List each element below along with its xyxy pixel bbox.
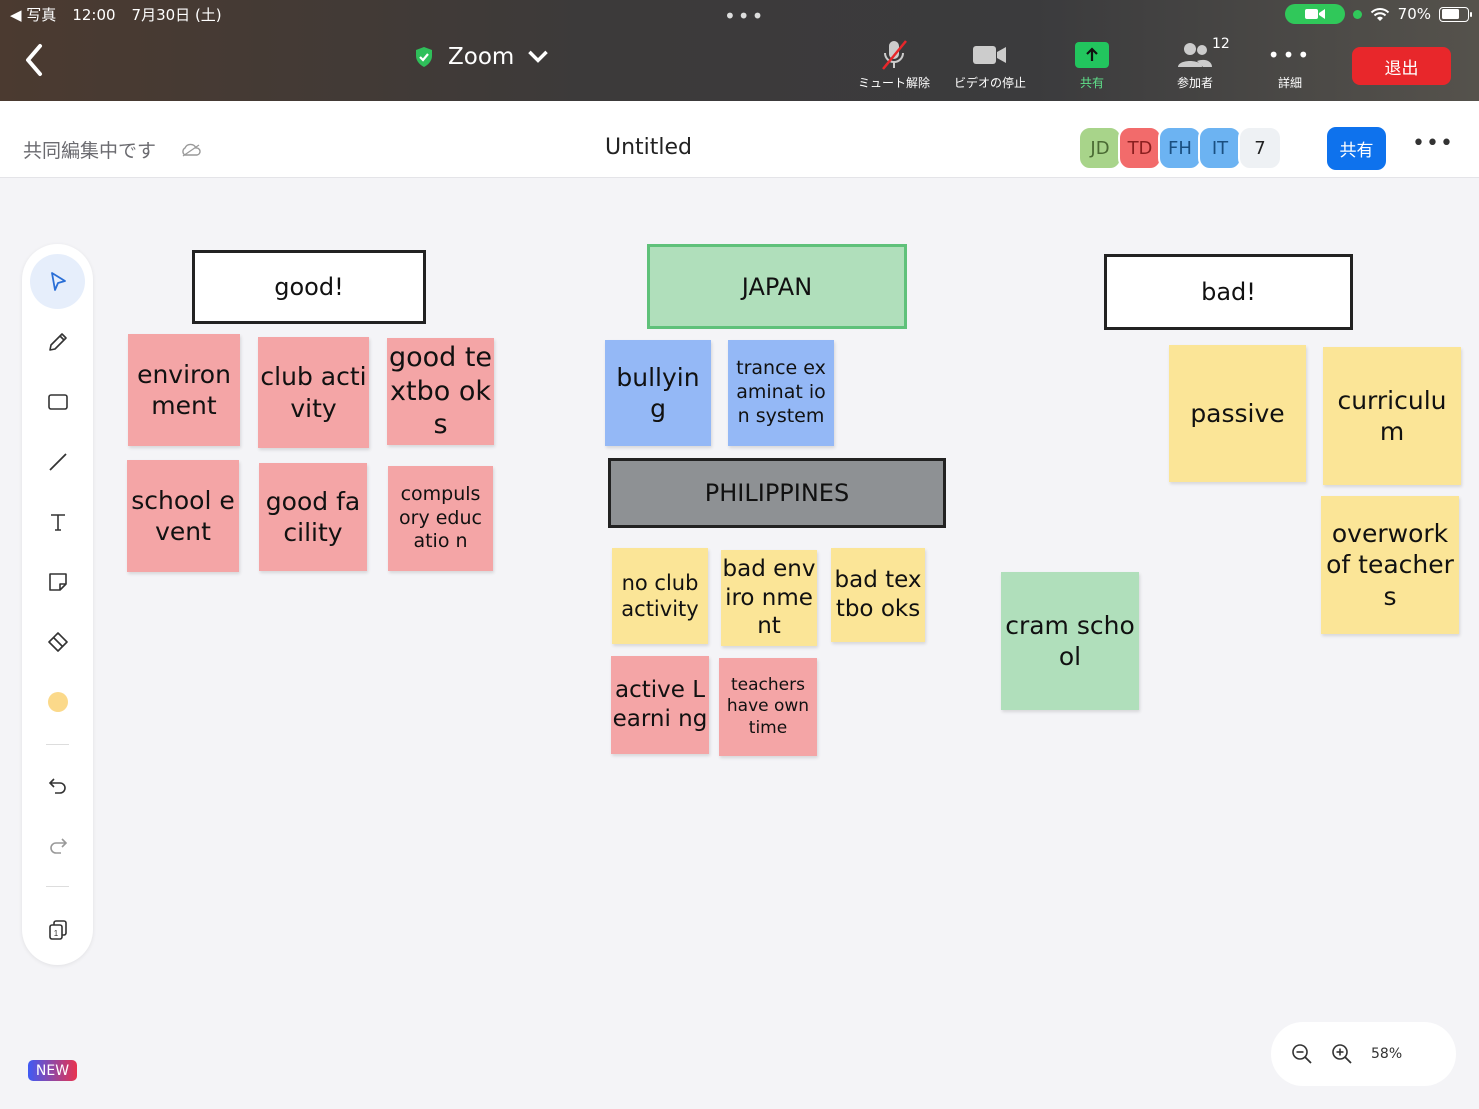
redo-icon[interactable] — [30, 818, 85, 873]
sticky-note[interactable]: school event — [127, 460, 239, 572]
sticky-note[interactable]: active Learni ng — [611, 656, 709, 754]
mic-indicator-dot — [1352, 9, 1362, 19]
line-tool-icon[interactable] — [30, 434, 85, 489]
select-tool-icon[interactable] — [30, 254, 85, 309]
whiteboard-more-icon[interactable]: ••• — [1412, 131, 1454, 156]
svg-text:1: 1 — [53, 929, 58, 938]
sticky-note[interactable]: trance examinat ion system — [728, 340, 834, 446]
rectangle-tool-icon[interactable] — [30, 374, 85, 429]
zoom-level[interactable]: 58% — [1371, 1046, 1402, 1062]
sticky-note[interactable]: no club activity — [612, 548, 708, 644]
eraser-tool-icon[interactable] — [30, 614, 85, 669]
extra-collaborators-count[interactable]: 7 — [1238, 126, 1282, 170]
participants-button[interactable]: 12 参加者 — [1150, 36, 1240, 91]
sticky-note[interactable]: good facility — [259, 463, 367, 571]
zoom-out-icon[interactable] — [1291, 1043, 1313, 1065]
whiteboard-title[interactable]: Untitled — [605, 135, 692, 160]
back-chevron-icon[interactable] — [20, 40, 50, 80]
sticky-note[interactable]: bad textbo oks — [831, 548, 925, 642]
video-camera-icon — [973, 46, 1006, 64]
frame-bad[interactable]: bad! — [1104, 254, 1353, 330]
status-time: 12:00 — [72, 5, 116, 24]
battery-percent: 70% — [1397, 5, 1431, 23]
sticky-note[interactable]: good textbo oks — [387, 338, 494, 445]
share-screen-button[interactable]: 共有 — [1047, 38, 1137, 91]
sticky-note[interactable]: cram school — [1001, 572, 1139, 710]
collaborator-avatars[interactable]: JD TD FH IT 7 — [1078, 126, 1282, 170]
sticky-note[interactable]: teachers have own time — [719, 658, 817, 756]
sticky-note[interactable]: bullyin g — [605, 340, 711, 446]
new-badge[interactable]: NEW — [28, 1060, 77, 1081]
participants-icon — [1178, 43, 1212, 67]
status-bar-right: 70% — [1284, 4, 1472, 24]
zoom-toolbar: ◀ 写真 12:00 7月30日 (土) ••• 70% Zoom ミュート解除… — [0, 0, 1479, 101]
sticky-note[interactable]: passive — [1169, 345, 1306, 482]
camera-in-use-indicator — [1284, 4, 1345, 24]
stop-video-label: ビデオの停止 — [953, 76, 1026, 90]
avatar[interactable]: JD — [1078, 126, 1122, 170]
collab-status-text: 共同編集中です — [23, 140, 157, 162]
sticky-note[interactable]: curriculu m — [1323, 347, 1461, 485]
color-swatch[interactable] — [30, 674, 85, 729]
sticky-note[interactable]: bad enviro nment — [721, 550, 817, 646]
tool-palette: 1 — [22, 244, 93, 965]
meeting-name: Zoom — [448, 44, 515, 70]
sticky-note[interactable]: environ ment — [128, 334, 240, 446]
avatar[interactable]: TD — [1118, 126, 1162, 170]
shield-check-icon — [416, 47, 432, 67]
mic-muted-icon — [882, 40, 907, 70]
stop-video-button[interactable]: ビデオの停止 — [945, 38, 1035, 91]
battery-icon — [1439, 6, 1472, 22]
wifi-icon — [1370, 7, 1389, 21]
frame-philippines[interactable]: PHILIPPINES — [608, 458, 946, 528]
leave-meeting-button[interactable]: 退出 — [1352, 47, 1451, 85]
status-bar-left: ◀ 写真 12:00 7月30日 (土) — [10, 4, 222, 25]
back-to-app-link[interactable]: ◀ 写真 — [10, 4, 56, 25]
more-label: 詳細 — [1277, 76, 1302, 90]
share-arrow-icon — [1075, 42, 1109, 68]
meeting-title-dropdown[interactable]: Zoom — [412, 44, 550, 70]
whiteboard-header: 共同編集中です Untitled JD TD FH IT 7 共有 ••• — [0, 101, 1479, 178]
zoom-control: 58% — [1271, 1022, 1456, 1086]
frame-good[interactable]: good! — [192, 250, 426, 324]
unmute-button[interactable]: ミュート解除 — [849, 38, 939, 91]
avatar[interactable]: IT — [1198, 126, 1242, 170]
pages-icon[interactable]: 1 — [30, 902, 85, 957]
participants-count: 12 — [1212, 36, 1230, 52]
text-tool-icon[interactable] — [30, 494, 85, 549]
collab-status: 共同編集中です — [23, 136, 202, 163]
chevron-down-icon — [528, 50, 549, 63]
whiteboard-share-button[interactable]: 共有 — [1327, 127, 1386, 170]
video-camera-icon — [1304, 9, 1325, 19]
sticky-note[interactable]: overwork of teachers — [1321, 496, 1459, 634]
zoom-in-icon[interactable] — [1331, 1043, 1353, 1065]
share-screen-label: 共有 — [1079, 76, 1104, 90]
cloud-icon — [182, 143, 201, 156]
frame-japan[interactable]: JAPAN — [647, 244, 907, 329]
sticky-note-tool-icon[interactable] — [30, 554, 85, 609]
unmute-label: ミュート解除 — [857, 76, 930, 90]
participants-label: 参加者 — [1176, 76, 1213, 90]
sticky-note[interactable]: compuls ory educatio n — [388, 466, 493, 571]
avatar[interactable]: FH — [1158, 126, 1202, 170]
undo-icon[interactable] — [30, 758, 85, 813]
status-date: 7月30日 (土) — [131, 6, 222, 24]
pen-tool-icon[interactable] — [30, 314, 85, 369]
more-dots-icon: ••• — [1267, 43, 1313, 67]
multitasking-dots-icon[interactable]: ••• — [724, 4, 765, 28]
more-button[interactable]: ••• 詳細 — [1245, 38, 1335, 91]
sticky-note[interactable]: club activity — [258, 337, 369, 448]
